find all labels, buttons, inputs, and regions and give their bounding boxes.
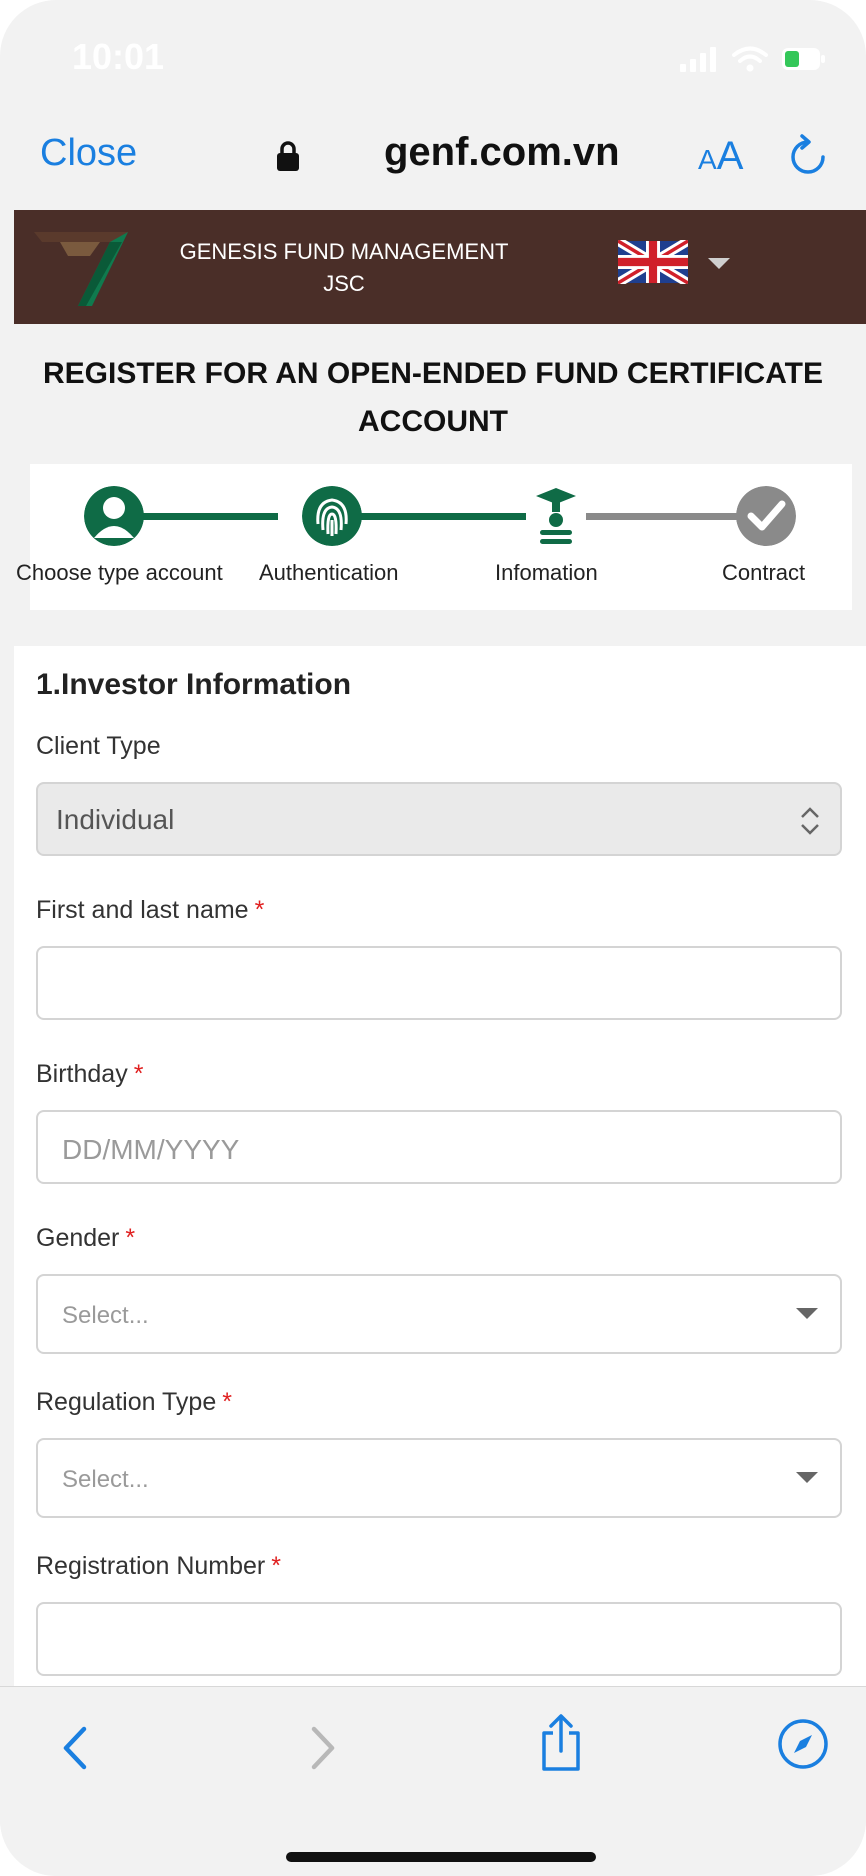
chevron-down-icon <box>796 1308 818 1319</box>
section-title: 1.Investor Information <box>36 668 352 701</box>
client-type-value: Individual <box>56 804 175 835</box>
registration-number-label: Registration Number * <box>36 1552 281 1581</box>
gender-label: Gender * <box>36 1224 135 1253</box>
close-button[interactable]: Close <box>40 132 137 175</box>
uk-flag-icon[interactable] <box>618 240 688 284</box>
brand-name: GENESIS FUND MANAGEMENT JSC <box>144 236 544 300</box>
chevron-down-icon <box>796 1472 818 1483</box>
birthday-placeholder: DD/MM/YYYY <box>62 1134 240 1165</box>
gender-label-text: Gender <box>36 1224 120 1252</box>
text-size-button[interactable]: AA <box>698 134 743 179</box>
graduate-icon <box>526 486 586 546</box>
birthday-input[interactable]: DD/MM/YYYY <box>36 1110 842 1184</box>
regulation-type-placeholder: Select... <box>62 1466 149 1493</box>
updown-chevron-icon <box>801 807 819 835</box>
step-label-contract: Contract <box>722 560 806 585</box>
status-icons <box>678 46 826 72</box>
required-mark: * <box>271 1552 281 1580</box>
browser-toolbar <box>0 1686 866 1876</box>
lock-icon <box>277 141 299 171</box>
site-header: GENESIS FUND MANAGEMENT JSC <box>14 210 866 324</box>
registration-stepper: Choose type account Authentication Infom… <box>16 464 852 610</box>
user-icon <box>84 486 144 546</box>
required-mark: * <box>125 1224 136 1252</box>
client-type-label-text: Client Type <box>36 732 161 760</box>
page-title: REGISTER FOR AN OPEN-ENDED FUND CERTIFIC… <box>0 350 866 446</box>
client-type-label: Client Type <box>36 732 161 761</box>
compass-icon[interactable] <box>776 1717 830 1771</box>
battery-icon <box>782 48 825 70</box>
client-type-select[interactable]: Individual <box>36 782 842 856</box>
share-icon[interactable] <box>536 1713 586 1773</box>
step-label-authentication: Authentication <box>259 560 399 585</box>
browser-url-bar: Close genf.com.vn AA <box>0 110 866 210</box>
full-name-input[interactable] <box>36 946 842 1020</box>
regulation-type-label: Regulation Type * <box>36 1388 232 1417</box>
signal-icon <box>680 47 716 72</box>
forward-icon[interactable] <box>302 1723 342 1773</box>
required-mark: * <box>254 896 265 924</box>
brand-line-2: JSC <box>323 271 365 296</box>
registration-number-input[interactable] <box>36 1602 842 1676</box>
brand-line-1: GENESIS FUND MANAGEMENT <box>179 239 509 264</box>
regulation-type-label-text: Regulation Type <box>36 1388 217 1416</box>
page-title-line-1: REGISTER FOR AN OPEN-ENDED FUND CERTIFIC… <box>42 357 823 390</box>
status-bar: 10:01 <box>0 0 866 110</box>
wifi-icon <box>732 46 768 72</box>
step-label-information: Infomation <box>495 560 598 585</box>
birthday-label-text: Birthday <box>36 1060 128 1088</box>
check-icon <box>736 486 796 546</box>
phone-screen: 10:01 Close genf.com.vn AA GENESIS FUND … <box>0 0 866 1876</box>
genesis-logo[interactable] <box>30 222 134 308</box>
step-label-choose-type: Choose type account <box>16 560 223 585</box>
required-mark: * <box>133 1060 144 1088</box>
gender-placeholder: Select... <box>62 1302 149 1329</box>
birthday-label: Birthday * <box>36 1060 143 1089</box>
gender-select[interactable]: Select... <box>36 1274 842 1354</box>
full-name-label: First and last name * <box>36 896 264 925</box>
investor-information-form: 1.Investor Information Client Type Indiv… <box>14 646 866 1686</box>
status-time: 10:01 <box>72 36 165 77</box>
language-dropdown-caret[interactable] <box>708 258 730 269</box>
page-title-line-2: ACCOUNT <box>358 405 508 438</box>
home-indicator <box>286 1852 596 1862</box>
back-icon[interactable] <box>56 1723 96 1773</box>
registration-number-label-text: Registration Number <box>36 1552 266 1580</box>
reload-icon[interactable] <box>788 134 828 178</box>
url-domain[interactable]: genf.com.vn <box>384 130 620 175</box>
fingerprint-icon <box>302 486 362 546</box>
required-mark: * <box>222 1388 232 1416</box>
regulation-type-select[interactable]: Select... <box>36 1438 842 1518</box>
full-name-label-text: First and last name <box>36 896 249 924</box>
